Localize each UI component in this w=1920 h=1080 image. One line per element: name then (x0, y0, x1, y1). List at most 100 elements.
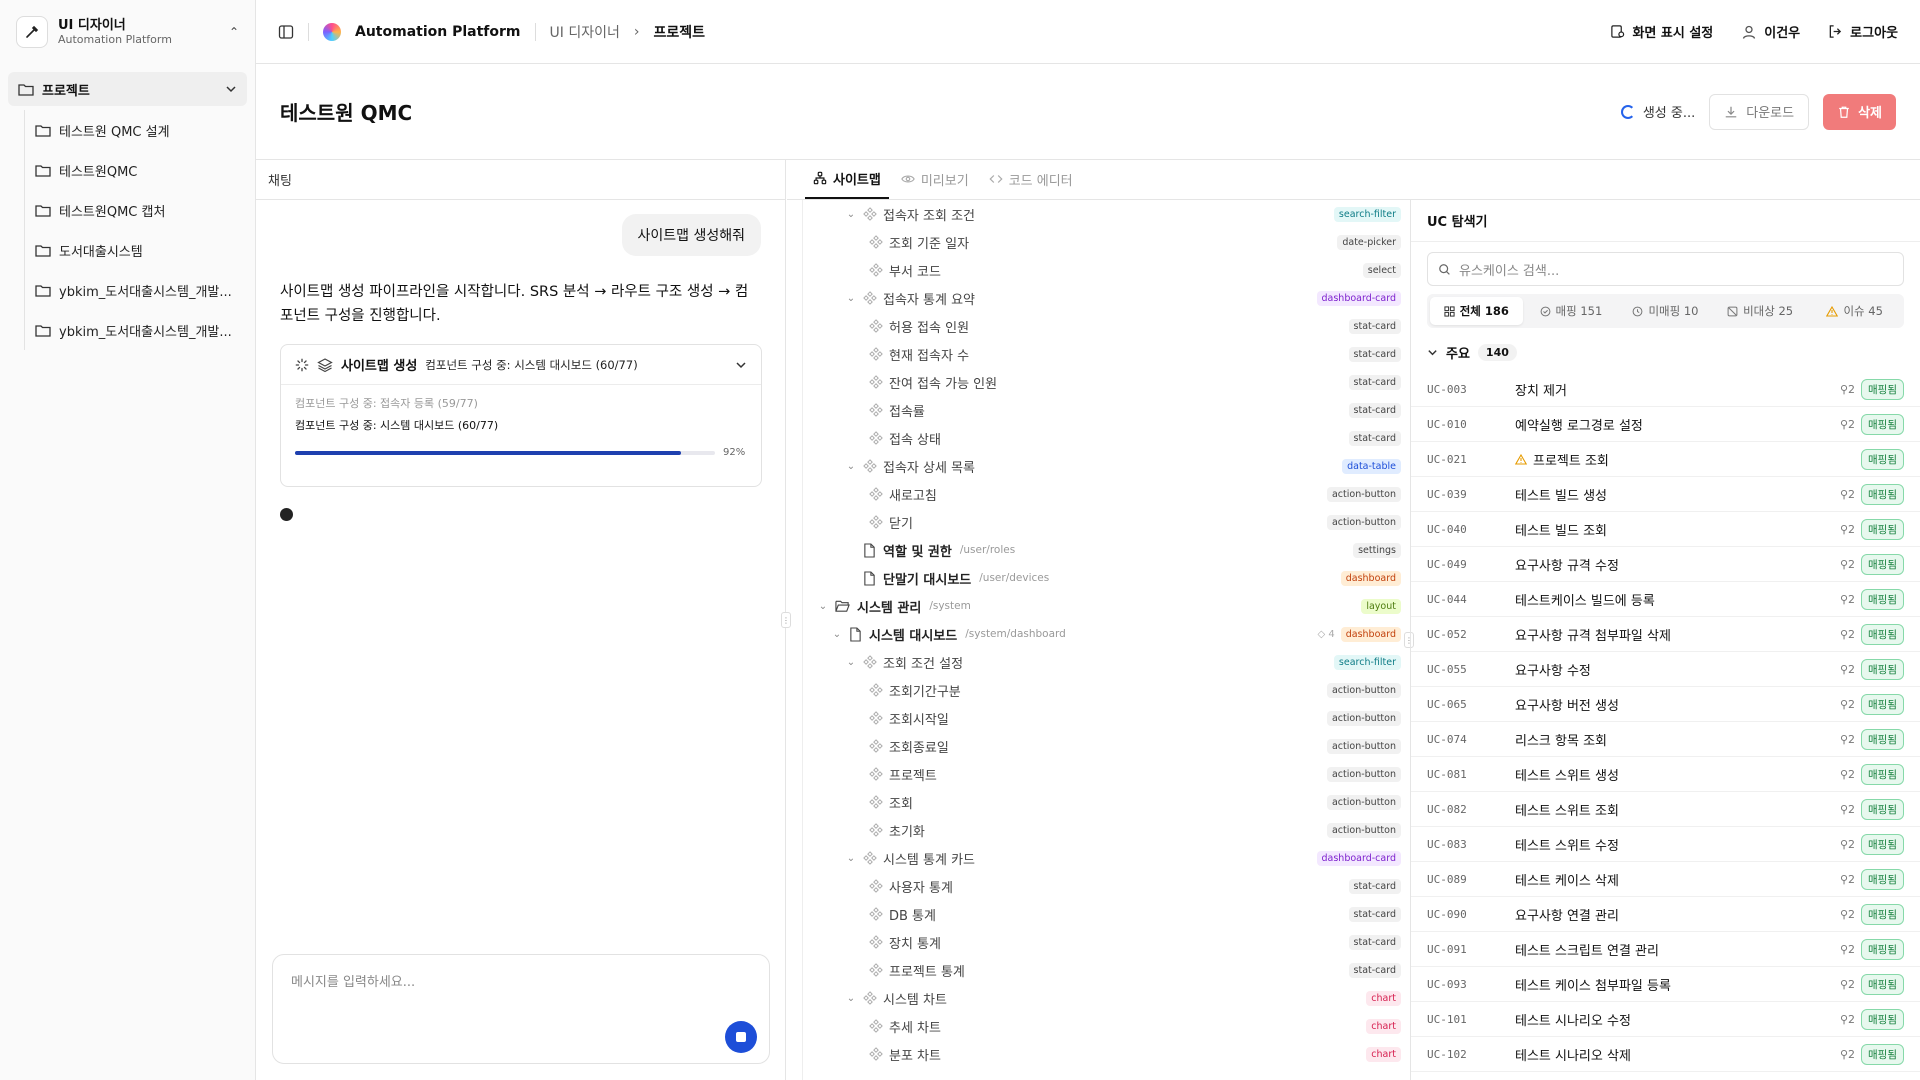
download-button[interactable]: 다운로드 (1709, 93, 1810, 130)
sitemap-page-node[interactable]: ⌄ 시스템 대시보드/system/dashboard ◇ 4 dashboard (803, 620, 1409, 648)
sitemap-page-node[interactable]: 단말기 대시보드/user/devices dashboard (803, 564, 1409, 592)
sitemap-component-node[interactable]: 조회 기준 일자 date-picker (803, 228, 1409, 256)
chevron-down-icon[interactable]: ⌄ (845, 657, 857, 668)
sitemap-component-node[interactable]: 접속 상태 stat-card (803, 424, 1409, 452)
link-count-value: 2 (1848, 417, 1856, 431)
sitemap-component-node[interactable]: 현재 접속자 수 stat-card (803, 340, 1409, 368)
tab-sitemap[interactable]: 사이트맵 (805, 159, 889, 199)
uc-row[interactable]: UC-055 요구사항 수정 ⚲2 매핑됨 (1411, 652, 1920, 687)
uc-row[interactable]: UC-021 프로젝트 조회 매핑됨 (1411, 442, 1920, 477)
sidebar-toggle-icon[interactable] (278, 24, 294, 40)
uc-row[interactable]: UC-049 요구사항 규격 수정 ⚲2 매핑됨 (1411, 547, 1920, 582)
sitemap-component-node[interactable]: ⌄ 접속자 조회 조건 search-filter (803, 200, 1409, 228)
sitemap-node-label: 시스템 관리 (857, 600, 922, 616)
uc-row[interactable]: UC-083 테스트 스위트 수정 ⚲2 매핑됨 (1411, 827, 1920, 862)
sitemap-component-node[interactable]: 새로고침 action-button (803, 480, 1409, 508)
sidebar-project-item[interactable]: 테스트원QMC 캡처 (35, 190, 255, 230)
sitemap-component-node[interactable]: ⌄ 접속자 상세 목록 data-table (803, 452, 1409, 480)
sidebar-project-item[interactable]: ybkim_도서대출시스템_개발... (35, 270, 255, 310)
chevron-down-icon[interactable]: ⌄ (845, 993, 857, 1004)
user-menu[interactable]: 이건우 (1741, 22, 1800, 41)
sitemap-folder-node[interactable]: ⌄ 시스템 관리/system layout (803, 592, 1409, 620)
sitemap-component-node[interactable]: ⌄ 조회 조건 설정 search-filter (803, 648, 1409, 676)
uc-filter-tab[interactable]: 이슈 45 (1808, 297, 1901, 325)
sidebar-group-projects[interactable]: 프로젝트 (8, 72, 247, 106)
platform-name[interactable]: Automation Platform (355, 24, 521, 40)
uc-group-header[interactable]: 주요 140 (1427, 338, 1904, 366)
uc-row[interactable]: UC-089 테스트 케이스 삭제 ⚲2 매핑됨 (1411, 862, 1920, 897)
pipeline-card-header[interactable]: 사이트맵 생성 컴포넌트 구성 중: 시스템 대시보드 (60/77) (281, 345, 761, 385)
sitemap-component-node[interactable]: 닫기 action-button (803, 508, 1409, 536)
link-count: ⚲2 (1840, 418, 1855, 431)
uc-row[interactable]: UC-044 테스트케이스 빌드에 등록 ⚲2 매핑됨 (1411, 582, 1920, 617)
message-input[interactable] (273, 955, 769, 1015)
uc-row[interactable]: UC-090 요구사항 연결 관리 ⚲2 매핑됨 (1411, 897, 1920, 932)
sidebar-project-item[interactable]: 도서대출시스템 (35, 230, 255, 270)
component-icon (869, 375, 883, 389)
panel-resize-handle[interactable]: ⋮ (781, 612, 791, 628)
breadcrumb-parent[interactable]: UI 디자이너 (550, 22, 620, 42)
tab-preview[interactable]: 미리보기 (893, 159, 977, 199)
sitemap-page-node[interactable]: 역할 및 권한/user/roles settings (803, 536, 1409, 564)
delete-button[interactable]: 삭제 (1823, 93, 1896, 130)
sitemap-component-node[interactable]: 부서 코드 select (803, 256, 1409, 284)
sidebar-project-item[interactable]: ybkim_도서대출시스템_개발... (35, 310, 255, 350)
uc-name-text: 리스크 항목 조회 (1515, 733, 1607, 749)
sitemap-component-node[interactable]: 프로젝트 action-button (803, 760, 1409, 788)
sidebar-project-item[interactable]: 테스트원QMC (35, 150, 255, 190)
sitemap-component-node[interactable]: 접속률 stat-card (803, 396, 1409, 424)
uc-row[interactable]: UC-052 요구사항 규격 첨부파일 삭제 ⚲2 매핑됨 (1411, 617, 1920, 652)
sitemap-component-node[interactable]: 조회기간구분 action-button (803, 676, 1409, 704)
chevron-down-icon[interactable]: ⌄ (845, 209, 857, 220)
chevron-down-icon[interactable]: ⌄ (845, 853, 857, 864)
sitemap-node-label: 접속자 상세 목록 (883, 460, 975, 476)
uc-id: UC-052 (1427, 627, 1467, 641)
tab-code-editor[interactable]: 코드 에디터 (981, 159, 1081, 199)
display-settings-button[interactable]: 화면 표시 설정 (1610, 22, 1713, 41)
uc-row[interactable]: UC-101 테스트 시나리오 수정 ⚲2 매핑됨 (1411, 1002, 1920, 1037)
sitemap-component-node[interactable]: 조회시작일 action-button (803, 704, 1409, 732)
uc-search-field[interactable]: 유스케이스 검색... (1427, 252, 1904, 286)
link-count-value: 2 (1848, 802, 1856, 816)
sitemap-component-node[interactable]: DB 통계 stat-card (803, 900, 1409, 928)
chevron-down-icon[interactable]: ⌄ (845, 293, 857, 304)
sitemap-component-node[interactable]: 사용자 통계 stat-card (803, 872, 1409, 900)
platform-logo-icon (323, 22, 341, 41)
uc-row[interactable]: UC-091 테스트 스크립트 연결 관리 ⚲2 매핑됨 (1411, 932, 1920, 967)
sitemap-component-node[interactable]: 조회 action-button (803, 788, 1409, 816)
uc-row[interactable]: UC-093 테스트 케이스 첨부파일 등록 ⚲2 매핑됨 (1411, 967, 1920, 1002)
sidebar-project-item[interactable]: 테스트원 QMC 설계 (35, 110, 255, 150)
uc-filter-tab[interactable]: 매핑 151 (1525, 297, 1618, 325)
sitemap-component-node[interactable]: ⌄ 시스템 차트 chart (803, 984, 1409, 1012)
uc-row[interactable]: UC-102 테스트 시나리오 삭제 ⚲2 매핑됨 (1411, 1037, 1920, 1072)
stop-generation-button[interactable] (725, 1021, 757, 1053)
uc-row[interactable]: UC-003 장치 제거 ⚲2 매핑됨 (1411, 372, 1920, 407)
sitemap-component-node[interactable]: 조회종료일 action-button (803, 732, 1409, 760)
uc-filter-tab[interactable]: 미매핑 10 (1619, 297, 1712, 325)
sitemap-component-node[interactable]: 장치 통계 stat-card (803, 928, 1409, 956)
workspace-switcher[interactable]: UI 디자이너 Automation Platform ⌃ (0, 0, 255, 64)
sitemap-component-node[interactable]: 분포 차트 chart (803, 1040, 1409, 1068)
sitemap-component-node[interactable]: 프로젝트 통계 stat-card (803, 956, 1409, 984)
uc-row[interactable]: UC-074 리스크 항목 조회 ⚲2 매핑됨 (1411, 722, 1920, 757)
logout-button[interactable]: 로그아웃 (1828, 22, 1898, 41)
uc-filter-tab[interactable]: 전체 186 (1430, 297, 1523, 325)
uc-row[interactable]: UC-081 테스트 스위트 생성 ⚲2 매핑됨 (1411, 757, 1920, 792)
chevron-down-icon[interactable]: ⌄ (817, 601, 829, 612)
uc-row[interactable]: UC-082 테스트 스위트 조회 ⚲2 매핑됨 (1411, 792, 1920, 827)
chevron-down-icon[interactable]: ⌄ (845, 461, 857, 472)
sitemap-component-node[interactable]: 허용 접속 인원 stat-card (803, 312, 1409, 340)
uc-row[interactable]: UC-040 테스트 빌드 조회 ⚲2 매핑됨 (1411, 512, 1920, 547)
chevron-down-icon[interactable]: ⌄ (831, 629, 843, 640)
sitemap-component-node[interactable]: 초기화 action-button (803, 816, 1409, 844)
link-icon: ⚲ (1839, 382, 1849, 396)
uc-row[interactable]: UC-065 요구사항 버전 생성 ⚲2 매핑됨 (1411, 687, 1920, 722)
uc-name-text: 프로젝트 조회 (1533, 453, 1609, 469)
uc-row[interactable]: UC-039 테스트 빌드 생성 ⚲2 매핑됨 (1411, 477, 1920, 512)
uc-filter-tab[interactable]: 비대상 25 (1714, 297, 1807, 325)
sitemap-component-node[interactable]: ⌄ 접속자 통계 요약 dashboard-card (803, 284, 1409, 312)
sitemap-component-node[interactable]: 잔여 접속 가능 인원 stat-card (803, 368, 1409, 396)
sitemap-component-node[interactable]: 추세 차트 chart (803, 1012, 1409, 1040)
uc-row[interactable]: UC-010 예약실행 로그경로 설정 ⚲2 매핑됨 (1411, 407, 1920, 442)
sitemap-component-node[interactable]: ⌄ 시스템 통계 카드 dashboard-card (803, 844, 1409, 872)
